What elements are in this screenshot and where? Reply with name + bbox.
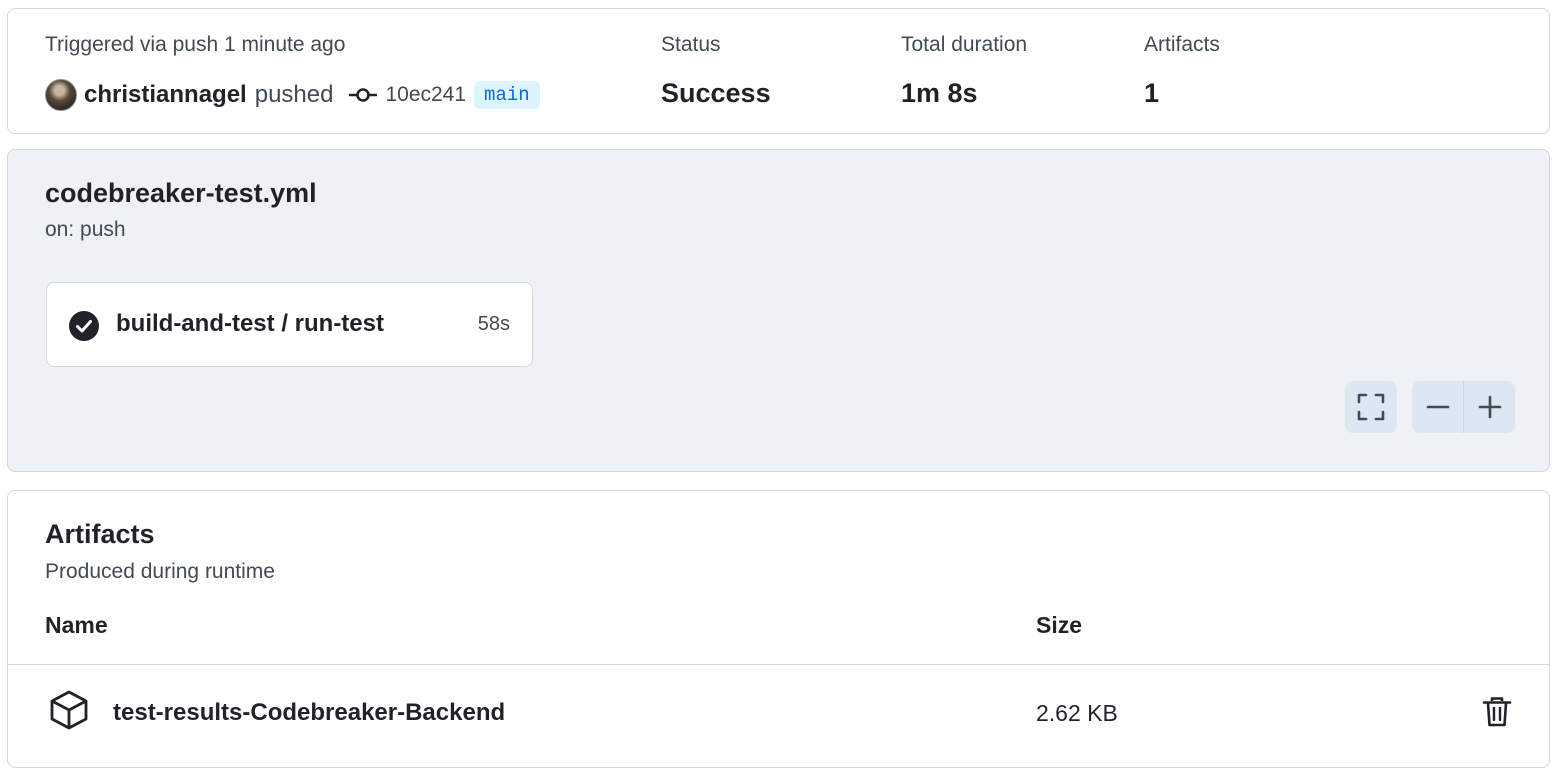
zoom-out-icon [1426,405,1449,409]
action-text: pushed [254,81,334,108]
avatar[interactable] [45,79,77,111]
package-icon [50,690,88,730]
commit-sha-link[interactable]: 10ec241 [385,83,466,107]
git-commit-icon [349,88,378,102]
status-label: Status [661,33,721,56]
workflow-trigger: on: push [45,218,126,241]
trigger-column: Triggered via push 1 minute ago [45,33,345,57]
status-column: Status Success [661,33,771,109]
job-card[interactable]: build-and-test / run-test 58s [46,282,533,367]
trigger-details: christiannagel pushed 10ec241 main [45,77,540,113]
artifact-name-link[interactable]: test-results-Codebreaker-Backend [113,699,505,727]
table-row: test-results-Codebreaker-Backend 2.62 KB [8,665,1549,767]
artifacts-subtitle: Produced during runtime [45,560,275,583]
zoom-in-icon [1478,395,1501,419]
artifacts-card: Artifacts Produced during runtime Name S… [7,490,1550,768]
zoom-in-button[interactable] [1464,381,1515,433]
fullscreen-icon [1357,393,1385,421]
run-summary-card: Triggered via push 1 minute ago christia… [7,8,1550,134]
check-circle-fill-icon [69,311,99,341]
column-header-size: Size [1036,612,1083,638]
duration-column: Total duration 1m 8s [901,33,1027,109]
trash-icon[interactable] [1482,696,1512,728]
zoom-controls [1412,381,1515,433]
actor-link[interactable]: christiannagel [84,81,247,109]
trigger-text: Triggered via push 1 minute ago [45,33,346,56]
artifact-size: 2.62 KB [1036,700,1118,726]
duration-label: Total duration [901,33,1028,56]
artifacts-heading: Artifacts [45,519,155,549]
artifacts-count-column: Artifacts 1 [1144,33,1220,109]
job-duration: 58s [477,313,510,335]
fullscreen-button[interactable] [1345,381,1397,433]
zoom-out-button[interactable] [1412,381,1463,433]
branch-label[interactable]: main [474,81,540,109]
status-value: Success [661,78,771,108]
job-name: build-and-test / run-test [116,310,384,337]
workflow-file-name: codebreaker-test.yml [45,178,317,208]
workflow-graph-card: codebreaker-test.yml on: push build-and-… [7,149,1550,472]
duration-value: 1m 8s [901,78,978,108]
artifacts-count-value[interactable]: 1 [1144,77,1220,109]
column-header-name: Name [45,612,108,638]
artifacts-count-label: Artifacts [1144,33,1220,56]
